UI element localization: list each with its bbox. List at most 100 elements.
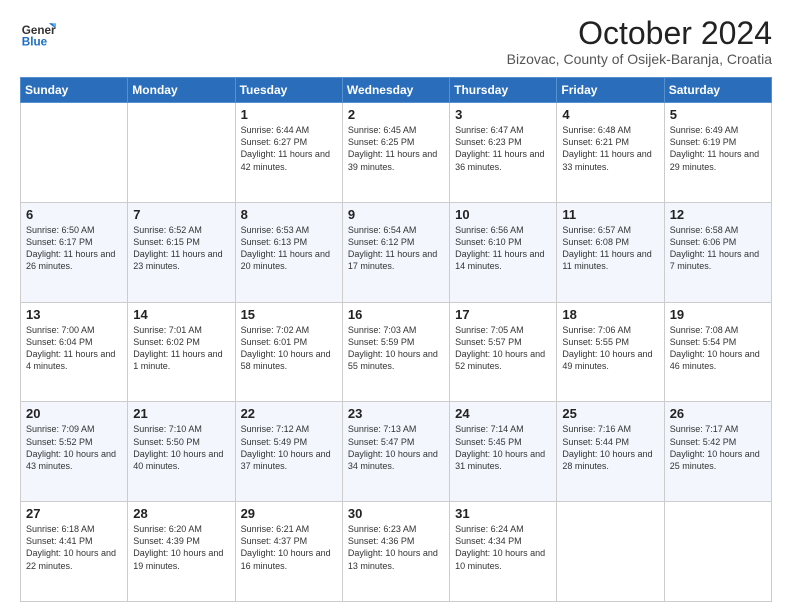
day-number: 5	[670, 107, 766, 122]
day-number: 16	[348, 307, 444, 322]
calendar-cell: 6Sunrise: 6:50 AM Sunset: 6:17 PM Daylig…	[21, 202, 128, 302]
column-header-wednesday: Wednesday	[342, 78, 449, 103]
calendar-cell: 12 Sunrise: 6:58 AM Sunset: 6:06 PM Dayli…	[664, 202, 771, 302]
calendar-cell: 8 Sunrise: 6:53 AM Sunset: 6:13 PM Daylig…	[235, 202, 342, 302]
calendar-cell	[21, 103, 128, 203]
day-number: 1	[241, 107, 337, 122]
day-number: 23	[348, 406, 444, 421]
calendar-week-4: 20Sunrise: 7:09 AM Sunset: 5:52 PM Dayli…	[21, 402, 772, 502]
day-number: 10	[455, 207, 551, 222]
day-number: 2	[348, 107, 444, 122]
calendar-cell: 5 Sunrise: 6:49 AM Sunset: 6:19 PM Daylig…	[664, 103, 771, 203]
calendar-cell: 20Sunrise: 7:09 AM Sunset: 5:52 PM Dayli…	[21, 402, 128, 502]
calendar-cell	[664, 502, 771, 602]
column-header-friday: Friday	[557, 78, 664, 103]
day-info: Sunrise: 6:58 AM Sunset: 6:06 PM Dayligh…	[670, 224, 766, 273]
day-number: 7	[133, 207, 229, 222]
calendar-cell: 7 Sunrise: 6:52 AM Sunset: 6:15 PM Daylig…	[128, 202, 235, 302]
calendar-cell: 21Sunrise: 7:10 AM Sunset: 5:50 PM Dayli…	[128, 402, 235, 502]
calendar-week-3: 13 Sunrise: 7:00 AM Sunset: 6:04 PM Dayli…	[21, 302, 772, 402]
day-number: 19	[670, 307, 766, 322]
day-number: 13	[26, 307, 122, 322]
day-info: Sunrise: 6:21 AM Sunset: 4:37 PM Dayligh…	[241, 523, 337, 572]
day-number: 31	[455, 506, 551, 521]
title-block: October 2024 Bizovac, County of Osijek-B…	[507, 16, 772, 67]
day-number: 4	[562, 107, 658, 122]
calendar-cell: 26 Sunrise: 7:17 AM Sunset: 5:42 PM Dayli…	[664, 402, 771, 502]
day-info: Sunrise: 6:24 AM Sunset: 4:34 PM Dayligh…	[455, 523, 551, 572]
column-header-saturday: Saturday	[664, 78, 771, 103]
day-info: Sunrise: 6:53 AM Sunset: 6:13 PM Dayligh…	[241, 224, 337, 273]
day-number: 22	[241, 406, 337, 421]
calendar-cell: 22 Sunrise: 7:12 AM Sunset: 5:49 PM Dayli…	[235, 402, 342, 502]
day-number: 30	[348, 506, 444, 521]
calendar-table: SundayMondayTuesdayWednesdayThursdayFrid…	[20, 77, 772, 602]
day-info: Sunrise: 6:20 AM Sunset: 4:39 PM Dayligh…	[133, 523, 229, 572]
logo-icon: General Blue	[20, 16, 56, 52]
day-info: Sunrise: 7:06 AM Sunset: 5:55 PM Dayligh…	[562, 324, 658, 373]
calendar-cell: 4 Sunrise: 6:48 AM Sunset: 6:21 PM Daylig…	[557, 103, 664, 203]
day-info: Sunrise: 6:52 AM Sunset: 6:15 PM Dayligh…	[133, 224, 229, 273]
day-info: Sunrise: 7:00 AM Sunset: 6:04 PM Dayligh…	[26, 324, 122, 373]
calendar-cell: 11 Sunrise: 6:57 AM Sunset: 6:08 PM Dayli…	[557, 202, 664, 302]
column-header-tuesday: Tuesday	[235, 78, 342, 103]
calendar-cell	[557, 502, 664, 602]
subtitle: Bizovac, County of Osijek-Baranja, Croat…	[507, 51, 772, 67]
day-info: Sunrise: 7:08 AM Sunset: 5:54 PM Dayligh…	[670, 324, 766, 373]
day-number: 21	[133, 406, 229, 421]
day-info: Sunrise: 7:05 AM Sunset: 5:57 PM Dayligh…	[455, 324, 551, 373]
page: General Blue October 2024 Bizovac, Count…	[0, 0, 792, 612]
logo: General Blue	[20, 16, 56, 52]
day-info: Sunrise: 7:12 AM Sunset: 5:49 PM Dayligh…	[241, 423, 337, 472]
day-number: 14	[133, 307, 229, 322]
day-info: Sunrise: 7:17 AM Sunset: 5:42 PM Dayligh…	[670, 423, 766, 472]
day-number: 8	[241, 207, 337, 222]
day-info: Sunrise: 6:49 AM Sunset: 6:19 PM Dayligh…	[670, 124, 766, 173]
calendar-cell: 15Sunrise: 7:02 AM Sunset: 6:01 PM Dayli…	[235, 302, 342, 402]
column-header-thursday: Thursday	[450, 78, 557, 103]
calendar-week-2: 6Sunrise: 6:50 AM Sunset: 6:17 PM Daylig…	[21, 202, 772, 302]
calendar-cell: 9Sunrise: 6:54 AM Sunset: 6:12 PM Daylig…	[342, 202, 449, 302]
calendar-cell: 25Sunrise: 7:16 AM Sunset: 5:44 PM Dayli…	[557, 402, 664, 502]
day-number: 18	[562, 307, 658, 322]
header: General Blue October 2024 Bizovac, Count…	[20, 16, 772, 67]
day-number: 3	[455, 107, 551, 122]
day-number: 17	[455, 307, 551, 322]
day-info: Sunrise: 7:01 AM Sunset: 6:02 PM Dayligh…	[133, 324, 229, 373]
day-info: Sunrise: 7:03 AM Sunset: 5:59 PM Dayligh…	[348, 324, 444, 373]
day-number: 27	[26, 506, 122, 521]
day-info: Sunrise: 6:54 AM Sunset: 6:12 PM Dayligh…	[348, 224, 444, 273]
day-number: 26	[670, 406, 766, 421]
day-info: Sunrise: 6:18 AM Sunset: 4:41 PM Dayligh…	[26, 523, 122, 572]
day-info: Sunrise: 6:44 AM Sunset: 6:27 PM Dayligh…	[241, 124, 337, 173]
day-number: 20	[26, 406, 122, 421]
calendar-cell: 23 Sunrise: 7:13 AM Sunset: 5:47 PM Dayli…	[342, 402, 449, 502]
column-header-sunday: Sunday	[21, 78, 128, 103]
calendar-cell: 1 Sunrise: 6:44 AM Sunset: 6:27 PM Daylig…	[235, 103, 342, 203]
calendar-cell	[128, 103, 235, 203]
calendar-week-1: 1 Sunrise: 6:44 AM Sunset: 6:27 PM Daylig…	[21, 103, 772, 203]
calendar-cell: 2 Sunrise: 6:45 AM Sunset: 6:25 PM Daylig…	[342, 103, 449, 203]
calendar-cell: 18 Sunrise: 7:06 AM Sunset: 5:55 PM Dayli…	[557, 302, 664, 402]
calendar-cell: 19 Sunrise: 7:08 AM Sunset: 5:54 PM Dayli…	[664, 302, 771, 402]
day-info: Sunrise: 6:57 AM Sunset: 6:08 PM Dayligh…	[562, 224, 658, 273]
day-info: Sunrise: 6:48 AM Sunset: 6:21 PM Dayligh…	[562, 124, 658, 173]
day-info: Sunrise: 6:45 AM Sunset: 6:25 PM Dayligh…	[348, 124, 444, 173]
calendar-week-5: 27 Sunrise: 6:18 AM Sunset: 4:41 PM Dayli…	[21, 502, 772, 602]
calendar-header-row: SundayMondayTuesdayWednesdayThursdayFrid…	[21, 78, 772, 103]
day-number: 12	[670, 207, 766, 222]
calendar-cell: 14 Sunrise: 7:01 AM Sunset: 6:02 PM Dayli…	[128, 302, 235, 402]
main-title: October 2024	[507, 16, 772, 51]
day-info: Sunrise: 6:47 AM Sunset: 6:23 PM Dayligh…	[455, 124, 551, 173]
calendar-cell: 10 Sunrise: 6:56 AM Sunset: 6:10 PM Dayli…	[450, 202, 557, 302]
day-info: Sunrise: 7:13 AM Sunset: 5:47 PM Dayligh…	[348, 423, 444, 472]
day-number: 11	[562, 207, 658, 222]
day-info: Sunrise: 6:56 AM Sunset: 6:10 PM Dayligh…	[455, 224, 551, 273]
day-number: 15	[241, 307, 337, 322]
day-number: 28	[133, 506, 229, 521]
day-info: Sunrise: 6:50 AM Sunset: 6:17 PM Dayligh…	[26, 224, 122, 273]
svg-text:Blue: Blue	[22, 36, 48, 49]
calendar-cell: 31 Sunrise: 6:24 AM Sunset: 4:34 PM Dayli…	[450, 502, 557, 602]
calendar-cell: 3 Sunrise: 6:47 AM Sunset: 6:23 PM Daylig…	[450, 103, 557, 203]
day-info: Sunrise: 6:23 AM Sunset: 4:36 PM Dayligh…	[348, 523, 444, 572]
